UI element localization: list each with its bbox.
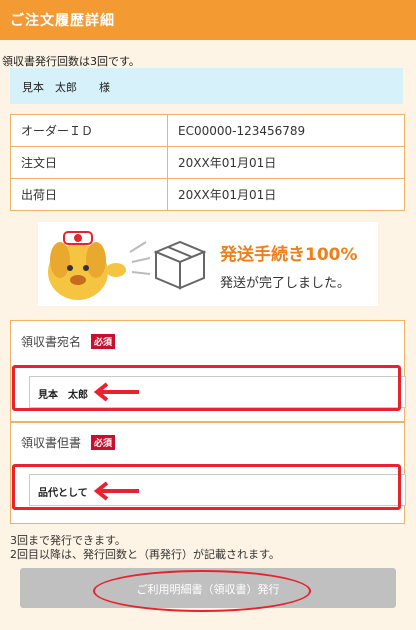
order-date-label: 注文日 — [10, 146, 168, 179]
table-row: オーダーＩＤ EC00000-123456789 — [10, 114, 405, 147]
required-badge: 必須 — [91, 435, 116, 450]
banner-message: 発送が完了しました。 — [220, 276, 351, 291]
order-id-label: オーダーＩＤ — [10, 114, 168, 147]
customer-name: 見本 太郎 様 — [22, 81, 110, 94]
receipt-count-text: 領収書発行回数は3回です。 — [2, 55, 140, 68]
table-row: 出荷日 20XX年01月01日 — [10, 178, 405, 211]
table-row: 注文日 20XX年01月01日 — [10, 146, 405, 179]
page-header: ご注文履歴詳細 — [0, 0, 416, 40]
customer-name-box: 見本 太郎 様 — [10, 68, 403, 104]
reissue-note: 2回目以降は、発行回数と（再発行）が記載されます。 — [10, 548, 280, 561]
banner-headline: 発送手続き100% — [220, 245, 358, 265]
order-date-value: 20XX年01月01日 — [167, 146, 405, 179]
addressee-label: 領収書宛名 — [21, 335, 82, 349]
page-title: ご注文履歴詳細 — [10, 13, 115, 29]
arrow-left-icon — [93, 382, 139, 402]
arrow-left-icon — [93, 481, 139, 501]
shipping-status-banner: 発送手続き100% 発送が完了しました。 — [38, 222, 378, 306]
order-id-value: EC00000-123456789 — [167, 114, 405, 147]
proviso-highlight — [12, 464, 401, 510]
required-badge: 必須 — [91, 334, 116, 349]
order-info-table: オーダーＩＤ EC00000-123456789 注文日 20XX年01月01日… — [10, 114, 405, 211]
proviso-label: 領収書但書 — [21, 436, 82, 450]
button-highlight-oval — [93, 570, 311, 612]
ship-date-label: 出荷日 — [10, 178, 168, 211]
ship-date-value: 20XX年01月01日 — [167, 178, 405, 211]
package-box-icon — [153, 240, 207, 290]
addressee-highlight — [12, 365, 401, 411]
